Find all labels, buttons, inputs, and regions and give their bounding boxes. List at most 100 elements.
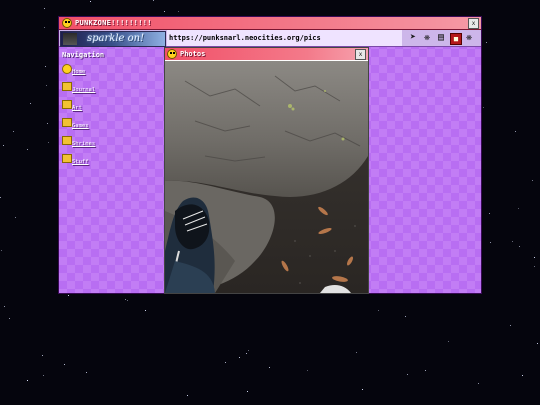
smiley-icon [167, 49, 177, 59]
star [510, 325, 511, 326]
star [42, 355, 43, 356]
star [187, 395, 188, 396]
avatar [63, 33, 77, 45]
nav-label[interactable]: Shrines [72, 141, 95, 147]
star [537, 343, 538, 344]
star [512, 241, 513, 242]
star [486, 42, 487, 43]
star [225, 362, 226, 363]
nav-label[interactable]: Home [72, 69, 85, 75]
star [153, 0, 154, 1]
star [407, 374, 408, 375]
browser-window: PUNKZONE!!!!!!!!! x sparkle on! https://… [59, 17, 481, 293]
smiley-icon [62, 64, 72, 74]
photos-close-button[interactable]: x [355, 49, 366, 60]
nav-item-home[interactable]: Home [62, 64, 162, 78]
star [307, 370, 308, 371]
nav-item-stuff[interactable]: Stuff [62, 154, 162, 168]
star [4, 306, 5, 307]
star [246, 353, 247, 354]
star [45, 66, 46, 67]
star [378, 310, 379, 311]
star [15, 217, 16, 218]
star [490, 242, 491, 243]
star [448, 341, 449, 342]
sparkle-banner: sparkle on! [60, 31, 166, 47]
window-titlebar[interactable]: PUNKZONE!!!!!!!!! x [59, 17, 481, 30]
nav-item-art[interactable]: Art [62, 100, 162, 114]
nav-label[interactable]: Art [72, 105, 82, 111]
robot-icon[interactable]: ■ [450, 33, 462, 45]
folder-icon [62, 82, 72, 91]
photos-titlebar[interactable]: Photos x [165, 48, 368, 60]
star [48, 142, 49, 143]
star [534, 257, 535, 258]
star [515, 131, 516, 132]
navigation-heading: Navigation [62, 51, 105, 59]
spider-icon[interactable]: ❋ [463, 32, 475, 44]
star [30, 103, 31, 104]
smiley-icon [62, 18, 72, 28]
star [519, 246, 520, 247]
star [64, 364, 65, 365]
banner-text: sparkle on! [87, 33, 145, 44]
star [534, 266, 535, 267]
star [27, 380, 28, 381]
star [27, 149, 28, 150]
nav-label[interactable]: Stuff [72, 159, 89, 165]
star [405, 316, 406, 317]
photo-image [165, 61, 368, 293]
star [269, 367, 270, 368]
star [178, 11, 179, 12]
star [164, 11, 165, 12]
star [239, 357, 240, 358]
star [47, 123, 48, 124]
star [247, 391, 248, 392]
nav-item-games[interactable]: Games [62, 118, 162, 132]
star [356, 352, 357, 353]
star [1, 250, 2, 251]
star [478, 383, 479, 384]
nav-item-journal[interactable]: Journal [62, 82, 162, 96]
url-field[interactable]: https://punksnarl.neocities.org/pics [167, 30, 402, 46]
star [532, 180, 533, 181]
star [125, 299, 126, 300]
photos-window: Photos x [165, 48, 368, 293]
star [86, 372, 87, 373]
star [483, 107, 484, 108]
star [489, 213, 490, 214]
star [9, 318, 10, 319]
folder-icon [62, 154, 72, 163]
star [0, 197, 1, 198]
star [3, 145, 4, 146]
address-bar: sparkle on! https://punksnarl.neocities.… [59, 30, 481, 47]
star [44, 27, 45, 28]
star [13, 131, 14, 132]
book-icon[interactable]: ▤ [435, 32, 447, 44]
nav-label[interactable]: Journal [72, 87, 95, 93]
star [43, 375, 44, 376]
cursor-icon[interactable]: ➤ [407, 32, 419, 44]
folder-icon [62, 118, 72, 127]
star [90, 1, 91, 2]
star [522, 375, 523, 376]
rock-and-sneaker-photo [165, 61, 368, 293]
star [248, 350, 249, 351]
star [127, 300, 128, 301]
star [68, 295, 69, 296]
folder-icon [62, 136, 72, 145]
window-title: PUNKZONE!!!!!!!!! [75, 19, 152, 27]
star [145, 310, 146, 311]
star [425, 370, 426, 371]
window-close-button[interactable]: x [468, 18, 479, 29]
star [518, 208, 519, 209]
star [46, 85, 47, 86]
photos-title: Photos [180, 50, 206, 58]
star [44, 8, 45, 9]
folder-icon [62, 100, 72, 109]
sidebar-navigation: Navigation Home Journal Art Games Shrine… [62, 50, 162, 168]
nav-label[interactable]: Games [72, 123, 89, 129]
bug-icon[interactable]: ❋ [421, 32, 433, 44]
nav-item-shrines[interactable]: Shrines [62, 136, 162, 150]
star [362, 389, 363, 390]
